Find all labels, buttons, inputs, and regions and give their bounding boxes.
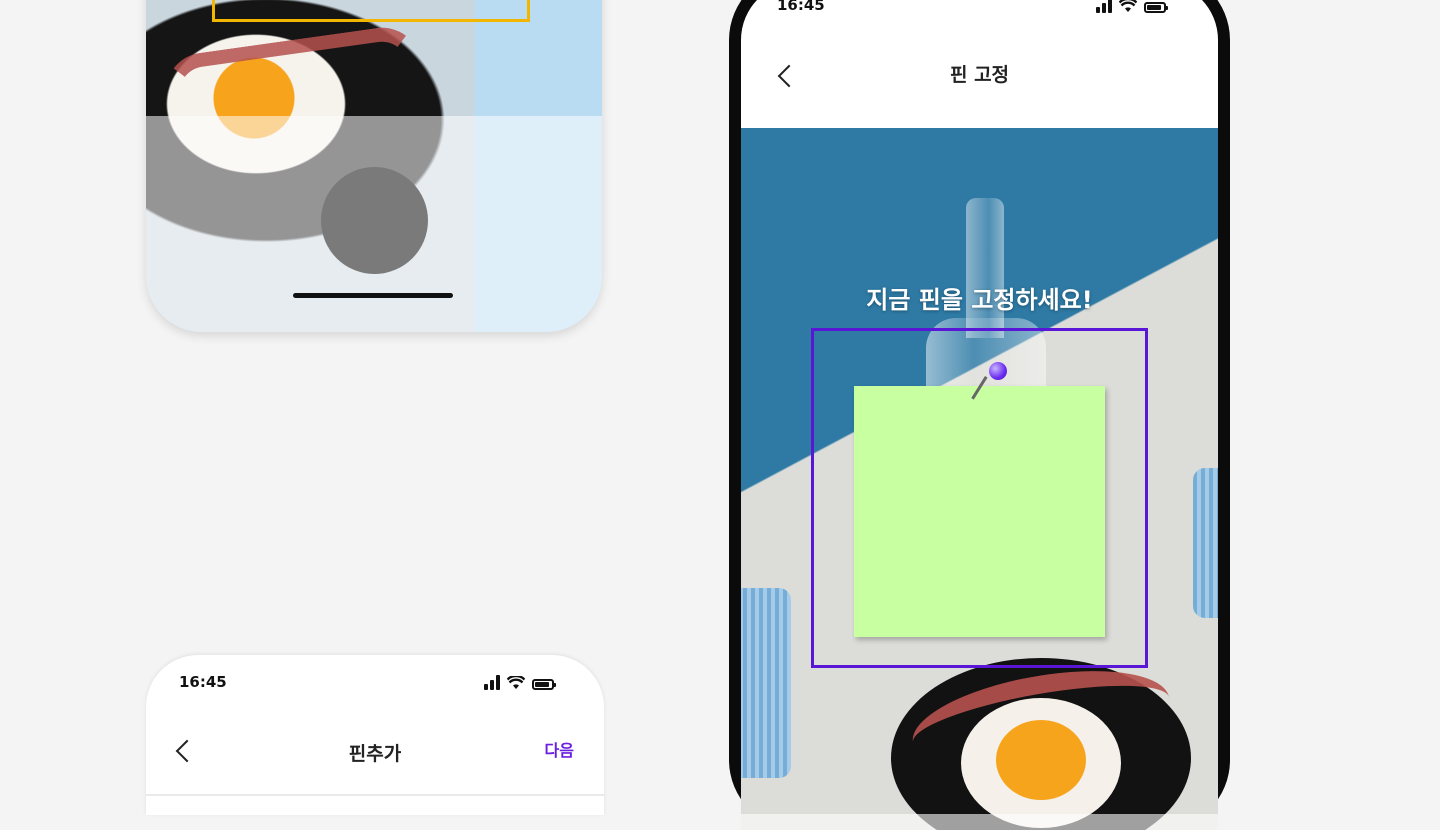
status-bar: 16:45 bbox=[741, 0, 1218, 14]
add-pin-phone-screen: 16:45 핀추가 다음 bbox=[146, 655, 604, 815]
capture-frame bbox=[212, 0, 530, 22]
wifi-icon bbox=[507, 676, 525, 689]
pin-fix-phone: 16:45 핀 고정 지금 핀을 고정하세요! bbox=[729, 0, 1230, 830]
battery-icon bbox=[532, 679, 556, 690]
header-divider bbox=[146, 794, 604, 796]
status-time: 16:45 bbox=[179, 673, 227, 691]
battery-icon bbox=[1144, 2, 1168, 13]
glass-image bbox=[741, 588, 791, 778]
page-title: 핀 고정 bbox=[949, 64, 1010, 86]
bottom-sheet-edge bbox=[741, 814, 1218, 830]
next-button[interactable]: 다음 bbox=[545, 737, 574, 761]
wifi-icon bbox=[1119, 0, 1137, 12]
status-time: 16:45 bbox=[777, 0, 825, 14]
camera-phone-screen bbox=[146, 0, 602, 332]
sticky-note[interactable] bbox=[854, 386, 1105, 637]
pin-prompt-text: 지금 핀을 고정하세요! bbox=[866, 286, 1093, 314]
status-icons bbox=[484, 675, 556, 690]
pin-fix-screen: 16:45 핀 고정 지금 핀을 고정하세요! bbox=[741, 0, 1218, 830]
kitchen-photo: 지금 핀을 고정하세요! bbox=[741, 128, 1218, 830]
status-bar: 16:45 bbox=[146, 655, 604, 691]
home-indicator bbox=[293, 293, 453, 298]
signal-icon bbox=[1096, 0, 1112, 13]
page-title: 핀추가 bbox=[348, 743, 402, 765]
status-icons bbox=[1096, 0, 1168, 13]
signal-icon bbox=[484, 675, 500, 690]
glass-image bbox=[1193, 468, 1218, 618]
pin-icon[interactable] bbox=[971, 360, 1019, 404]
shutter-button[interactable] bbox=[321, 167, 428, 274]
